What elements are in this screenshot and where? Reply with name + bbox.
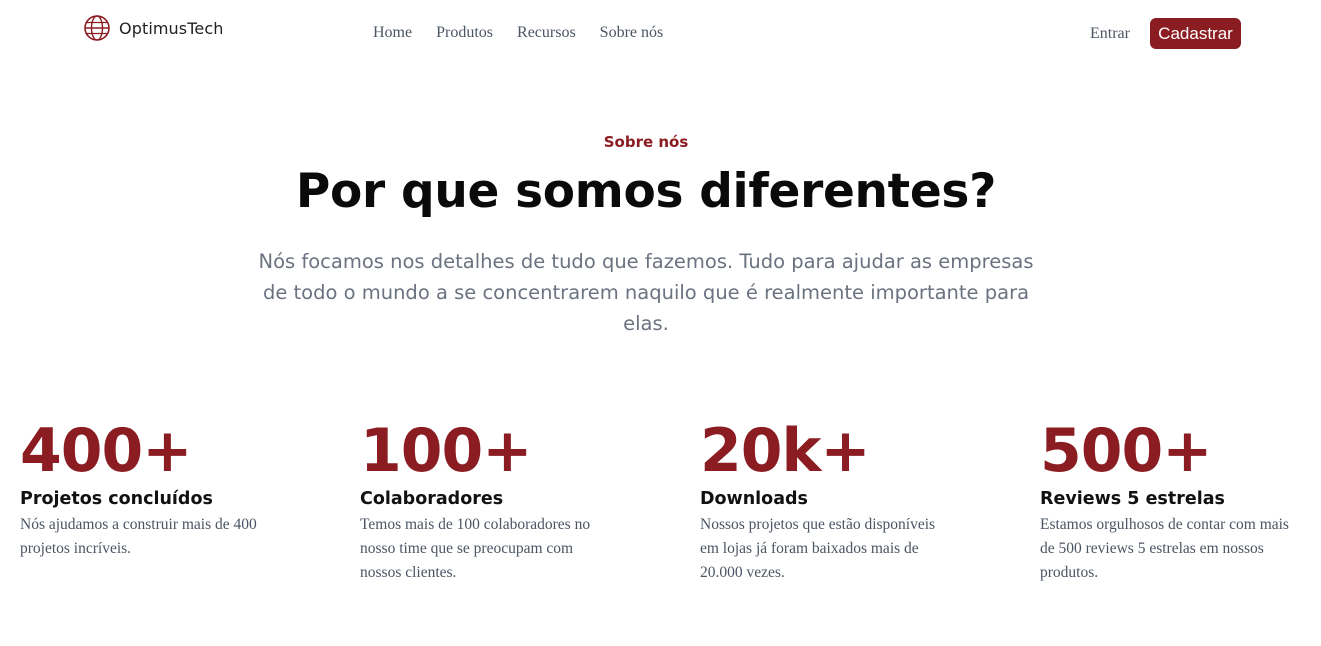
stat-value: 400+ <box>20 416 193 486</box>
signup-button[interactable]: Cadastrar <box>1150 18 1241 49</box>
stat-title: Reviews 5 estrelas <box>1040 489 1225 509</box>
stat-description: Temos mais de 100 colaboradores no nosso… <box>360 516 591 581</box>
stat-title: Downloads <box>700 489 808 509</box>
stat-card: 20k+ Downloads Nossos projetos que estão… <box>700 418 1000 585</box>
nav-link-home[interactable]: Home <box>373 24 412 42</box>
globe-icon <box>84 15 110 41</box>
login-link[interactable]: Entrar <box>1090 25 1130 43</box>
stat-title: Projetos concluídos <box>20 489 213 509</box>
main-nav: Home Produtos Recursos Sobre nós <box>373 24 663 42</box>
nav-link-recursos[interactable]: Recursos <box>517 24 576 42</box>
stat-card: 500+ Reviews 5 estrelas Estamos orgulhos… <box>1040 418 1321 585</box>
navbar: OptimusTech Home Produtos Recursos Sobre… <box>0 0 1321 64</box>
section-eyebrow: Sobre nós <box>603 133 689 151</box>
stat-value: 500+ <box>1040 416 1213 486</box>
brand-name: OptimusTech <box>119 18 224 38</box>
nav-link-produtos[interactable]: Produtos <box>436 24 493 42</box>
stat-description: Nós ajudamos a construir mais de 400 pro… <box>20 516 257 557</box>
stat-value: 100+ <box>360 416 533 486</box>
brand[interactable]: OptimusTech <box>83 14 223 42</box>
stat-card: 400+ Projetos concluídos Nós ajudamos a … <box>20 418 320 561</box>
stat-title: Colaboradores <box>360 489 504 509</box>
stat-value: 20k+ <box>700 416 871 486</box>
stat-description: Nossos projetos que estão disponíveis em… <box>700 516 936 581</box>
page-title: Por que somos diferentes? <box>295 164 997 219</box>
stat-description: Estamos orgulhosos de contar com mais de… <box>1040 516 1289 581</box>
nav-link-sobre-nos[interactable]: Sobre nós <box>600 24 664 42</box>
section-subtitle: Nós focamos nos detalhes de tudo que faz… <box>258 250 1034 335</box>
stat-card: 100+ Colaboradores Temos mais de 100 col… <box>360 418 660 585</box>
